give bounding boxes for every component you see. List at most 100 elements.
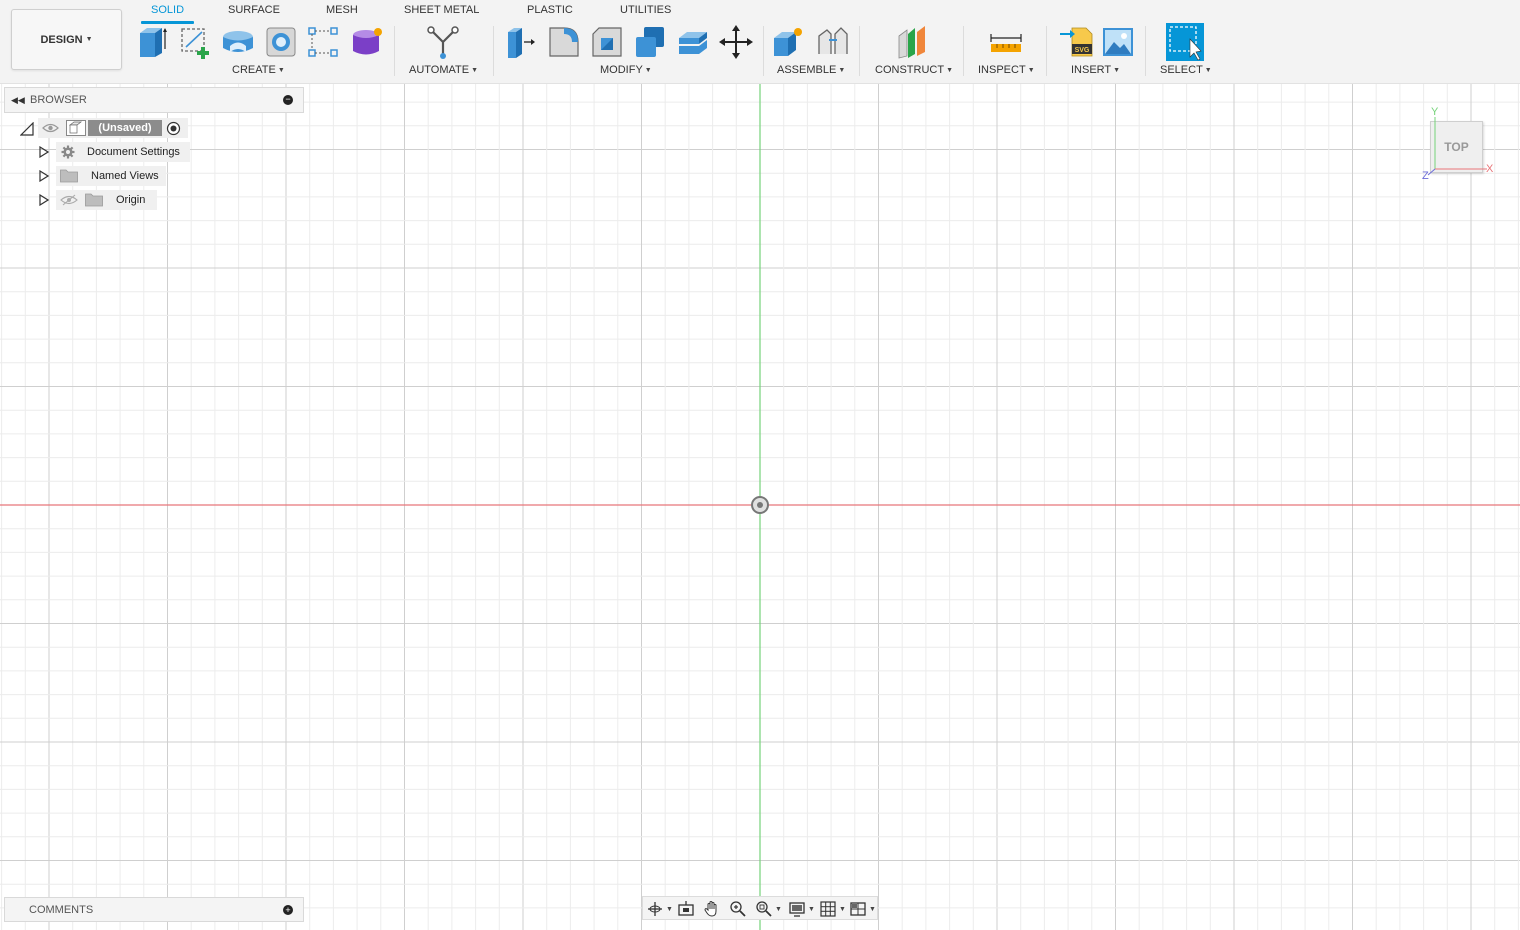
display-icon [789,902,805,917]
insert-canvas-button[interactable] [1100,24,1136,60]
chamfer-button[interactable] [589,24,625,60]
shell-icon [679,32,707,54]
construct-plane-icon [898,26,925,59]
move-copy-button[interactable] [718,24,754,60]
combine-icon [636,27,664,57]
tab-plastic[interactable]: PLASTIC [527,4,573,22]
chevron-down-icon: ▼ [869,905,876,913]
extrude-icon [223,31,253,52]
chevron-down-icon: ▼ [277,66,285,74]
revolve-button[interactable] [263,24,299,60]
sweep-icon [308,27,338,57]
joint-button[interactable] [815,24,851,60]
chevron-down-icon: ▼ [1204,66,1212,74]
workspace-label: DESIGN [40,33,83,46]
toolbar: DESIGN ▼ SOLID SURFACE MESH SHEET METAL … [0,0,1520,84]
chevron-down-icon: ▼ [85,36,93,43]
automate-button[interactable] [425,24,461,60]
root-node-label[interactable]: (Unsaved) [88,120,162,136]
modify-menu[interactable]: MODIFY ▼ [600,64,652,76]
create-sketch-button[interactable] [177,24,213,60]
inspect-menu[interactable]: INSPECT ▼ [978,64,1035,76]
assemble-menu[interactable]: ASSEMBLE ▼ [777,64,845,76]
construct-menu[interactable]: CONSTRUCT ▼ [875,64,953,76]
measure-button[interactable] [988,24,1024,60]
gear-icon [61,145,75,159]
chamfer-icon [592,27,622,57]
combine-button[interactable] [632,24,668,60]
minimize-browser-button[interactable]: − [283,95,293,105]
z-axis-label: Z [1422,170,1429,182]
tree-expanded-icon[interactable] [20,122,34,136]
select-menu[interactable]: SELECT ▼ [1160,64,1212,76]
separator [763,26,764,76]
tree-item-label: Document Settings [87,146,180,158]
automate-menu[interactable]: AUTOMATE ▼ [409,64,478,76]
form-button[interactable] [349,24,385,60]
form-icon [353,28,382,55]
select-button[interactable] [1165,22,1205,62]
extrude-button[interactable] [220,24,256,60]
workspace-switcher-button[interactable]: DESIGN ▼ [11,9,122,70]
chevron-down-icon: ▼ [946,66,953,74]
activate-radio-icon[interactable] [166,121,181,136]
browser-panel-header: ◀◀ BROWSER − [4,87,304,113]
new-component-assemble-button[interactable] [770,24,806,60]
comments-title: COMMENTS [29,903,94,916]
separator [493,26,494,76]
chevron-down-icon: ▼ [775,905,782,913]
insert-menu[interactable]: INSERT ▼ [1071,64,1120,76]
new-component-button[interactable] [134,24,170,60]
measure-icon [990,34,1022,52]
look-at-button[interactable] [677,900,695,918]
visibility-hidden-icon[interactable] [60,194,78,206]
display-settings-button[interactable]: ▼ [788,900,815,918]
separator [963,26,964,76]
orbit-button[interactable]: ▼ [646,900,673,918]
tab-utilities[interactable]: UTILITIES [620,4,671,22]
fillet-icon [549,27,579,57]
fillet-button[interactable] [546,24,582,60]
zoom-icon [730,901,746,917]
tab-surface[interactable]: SURFACE [228,4,280,22]
viewport-canvas[interactable] [0,84,1520,930]
tab-mesh[interactable]: MESH [326,4,358,22]
tree-expand-icon[interactable] [39,146,49,158]
new-component-icon [140,28,167,57]
tab-sheet-metal[interactable]: SHEET METAL [404,4,479,22]
navigation-bar: ▼ ▼ ▼ ▼ ▼ [642,896,878,920]
zoom-button[interactable] [729,900,747,918]
visibility-eye-icon[interactable] [42,123,59,133]
collapse-panel-icon[interactable]: ◀◀ [11,95,25,106]
construct-label: CONSTRUCT [875,64,945,76]
tree-expand-icon[interactable] [39,170,49,182]
press-pull-icon [508,28,535,58]
offset-plane-button[interactable] [895,24,931,60]
pan-button[interactable] [703,900,721,918]
orbit-icon [648,902,662,916]
view-cube-axes [1427,117,1487,176]
chevron-down-icon: ▼ [471,66,479,74]
inspect-label: INSPECT [978,64,1026,76]
tree-expand-icon[interactable] [39,194,49,206]
sweep-button[interactable] [305,24,341,60]
document-component-icon [66,120,86,136]
separator [1145,26,1146,76]
add-comment-button[interactable]: + [283,904,293,915]
press-pull-button[interactable] [502,24,538,60]
grid-snaps-button[interactable]: ▼ [819,900,846,918]
origin-point-center [757,502,763,508]
tab-solid[interactable]: SOLID [140,4,195,24]
automate-icon [427,26,459,59]
fit-button[interactable]: ▼ [755,900,782,918]
shell-button[interactable] [675,24,711,60]
chevron-down-icon: ▼ [838,66,846,74]
create-menu[interactable]: CREATE ▼ [232,64,285,76]
separator [1046,26,1047,76]
fusion-app: DESIGN ▼ SOLID SURFACE MESH SHEET METAL … [0,0,1520,930]
viewports-button[interactable]: ▼ [849,900,876,918]
insert-svg-button[interactable]: SVG [1058,24,1094,60]
tree-item-label: Named Views [91,170,159,182]
automate-label: AUTOMATE [409,64,470,76]
grid-icon [820,901,836,917]
